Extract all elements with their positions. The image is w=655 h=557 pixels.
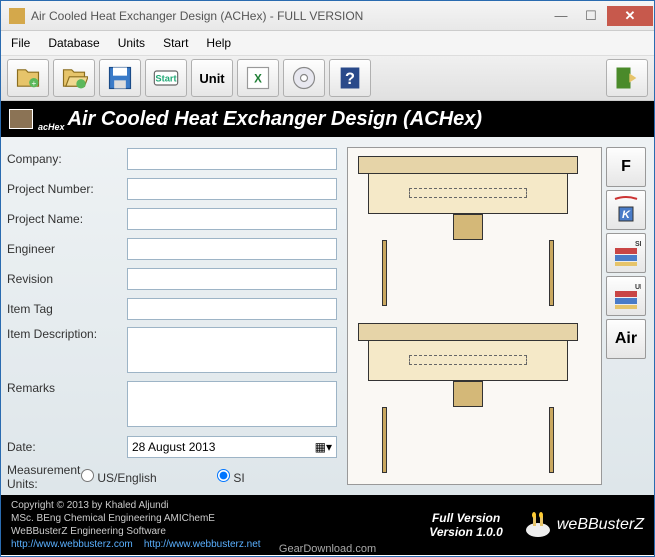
item-desc-label: Item Description: — [7, 327, 127, 341]
cd-button[interactable] — [283, 59, 325, 97]
remarks-label: Remarks — [7, 381, 127, 395]
project-number-input[interactable] — [127, 178, 337, 200]
menu-start[interactable]: Start — [163, 36, 188, 50]
open-button[interactable] — [53, 59, 95, 97]
window-title: Air Cooled Heat Exchanger Design (ACHex)… — [31, 9, 546, 23]
company-input[interactable] — [127, 148, 337, 170]
exchanger-diagram-bottom — [358, 323, 578, 473]
diagram-panel — [347, 147, 602, 485]
svg-text:K: K — [622, 209, 631, 221]
svg-text:X: X — [254, 73, 262, 86]
project-name-label: Project Name: — [7, 212, 127, 226]
project-name-input[interactable] — [127, 208, 337, 230]
credentials-text: MSc. BEng Chemical Engineering AMIChemE — [11, 512, 429, 525]
company-text: WeBBusterZ Engineering Software — [11, 525, 429, 538]
maximize-button[interactable]: ☐ — [577, 6, 605, 26]
item-desc-input[interactable] — [127, 327, 337, 373]
toolbar: + Start Unit X ? — [1, 55, 654, 101]
menu-database[interactable]: Database — [48, 36, 99, 50]
link-net[interactable]: http://www.webbusterz.net — [144, 539, 261, 550]
company-label: Company: — [7, 152, 127, 166]
units-label: Measurement Units: — [7, 463, 81, 491]
copyright-text: Copyright © 2013 by Khaled Aljundi — [11, 499, 429, 512]
header-title: Air Cooled Heat Exchanger Design (ACHex) — [68, 108, 483, 131]
title-bar: Air Cooled Heat Exchanger Design (ACHex)… — [1, 1, 654, 31]
svg-text:Start: Start — [155, 74, 176, 84]
link-com[interactable]: http://www.webbusterz.com — [11, 539, 133, 550]
exit-button[interactable] — [606, 59, 648, 97]
project-number-label: Project Number: — [7, 182, 127, 196]
help-button[interactable]: ? — [329, 59, 371, 97]
k-button[interactable]: K — [606, 190, 646, 230]
header-brand: acHex — [38, 122, 65, 132]
header-bar: acHex Air Cooled Heat Exchanger Design (… — [1, 101, 654, 137]
svg-text:SD: SD — [635, 241, 641, 248]
exchanger-diagram-top — [358, 156, 578, 306]
radio-us[interactable]: US/English — [81, 469, 201, 485]
item-tag-label: Item Tag — [7, 302, 127, 316]
engineer-label: Engineer — [7, 242, 127, 256]
side-toolbar: F K SD UD Air — [606, 147, 648, 485]
save-button[interactable] — [99, 59, 141, 97]
sd-button[interactable]: SD — [606, 233, 646, 273]
form-panel: Company: Project Number: Project Name: E… — [7, 147, 347, 485]
watermark: GearDownload.com — [279, 543, 376, 555]
f-button[interactable]: F — [606, 147, 646, 187]
ud-button[interactable]: UD — [606, 276, 646, 316]
engineer-input[interactable] — [127, 238, 337, 260]
menu-help[interactable]: Help — [206, 36, 231, 50]
new-button[interactable]: + — [7, 59, 49, 97]
revision-label: Revision — [7, 272, 127, 286]
start-button[interactable]: Start — [145, 59, 187, 97]
item-tag-input[interactable] — [127, 298, 337, 320]
app-icon — [9, 8, 25, 24]
svg-text:?: ? — [345, 70, 355, 88]
menu-bar: File Database Units Start Help — [1, 31, 654, 55]
radio-si[interactable]: SI — [217, 469, 337, 485]
revision-input[interactable] — [127, 268, 337, 290]
date-value: 28 August 2013 — [132, 440, 215, 454]
svg-text:+: + — [31, 79, 36, 88]
version-info: Full Version Version 1.0.0 — [429, 511, 503, 539]
air-button[interactable]: Air — [606, 319, 646, 359]
date-label: Date: — [7, 440, 127, 454]
logo: weBBusterZ — [523, 510, 644, 540]
main-area: Company: Project Number: Project Name: E… — [1, 137, 654, 495]
date-picker[interactable]: 28 August 2013 ▦▾ — [127, 436, 337, 458]
menu-units[interactable]: Units — [118, 36, 145, 50]
unit-button[interactable]: Unit — [191, 59, 233, 97]
svg-text:UD: UD — [635, 284, 641, 291]
header-icon — [9, 109, 33, 129]
close-button[interactable]: ✕ — [607, 6, 653, 26]
calendar-icon: ▦▾ — [315, 440, 332, 454]
remarks-input[interactable] — [127, 381, 337, 427]
menu-file[interactable]: File — [11, 36, 30, 50]
excel-button[interactable]: X — [237, 59, 279, 97]
minimize-button[interactable]: — — [547, 6, 575, 26]
